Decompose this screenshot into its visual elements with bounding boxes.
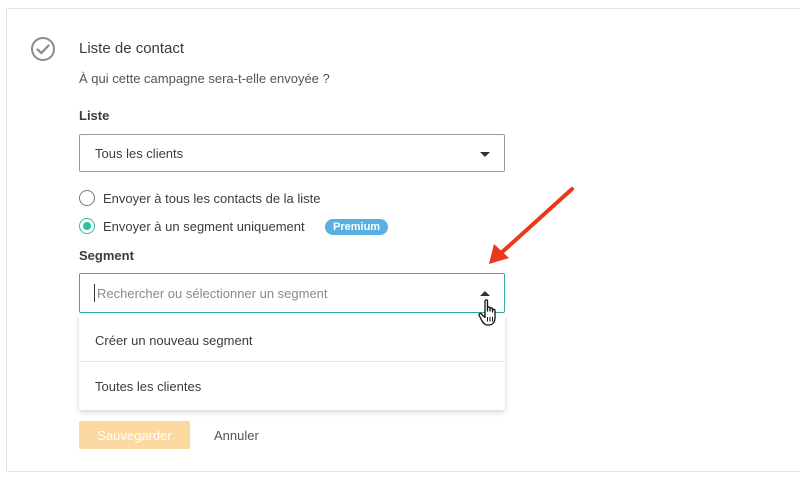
- check-circle-icon: [31, 37, 55, 61]
- radio-button-unchecked[interactable]: [79, 190, 95, 206]
- premium-badge: Premium: [325, 219, 389, 235]
- hand-pointer-icon: [478, 299, 496, 326]
- section-subtitle: À qui cette campagne sera-t-elle envoyée…: [79, 71, 330, 86]
- section-title: Liste de contact: [79, 40, 185, 57]
- segment-dropdown: Créer un nouveau segment Toutes les clie…: [79, 314, 505, 410]
- radio-send-all-label: Envoyer à tous les contacts de la liste: [103, 191, 321, 206]
- list-select-value: Tous les clients: [95, 146, 184, 161]
- radio-send-segment-label: Envoyer à un segment uniquement: [103, 219, 305, 234]
- radio-button-checked[interactable]: [79, 218, 95, 234]
- dropdown-option-create-segment[interactable]: Créer un nouveau segment: [79, 316, 505, 362]
- dropdown-option-all-clients[interactable]: Toutes les clientes: [79, 362, 505, 408]
- list-field-label: Liste: [79, 108, 110, 123]
- list-select[interactable]: Tous les clients: [79, 134, 505, 172]
- segment-field-label: Segment: [79, 248, 134, 263]
- save-button[interactable]: Sauvegarder: [79, 421, 190, 449]
- caret-up-icon[interactable]: [480, 291, 490, 296]
- segment-search-box[interactable]: [79, 273, 505, 313]
- caret-down-icon: [480, 152, 490, 157]
- red-arrow-icon: [489, 187, 574, 264]
- segment-search-input[interactable]: [94, 284, 457, 302]
- cancel-button[interactable]: Annuler: [214, 428, 259, 443]
